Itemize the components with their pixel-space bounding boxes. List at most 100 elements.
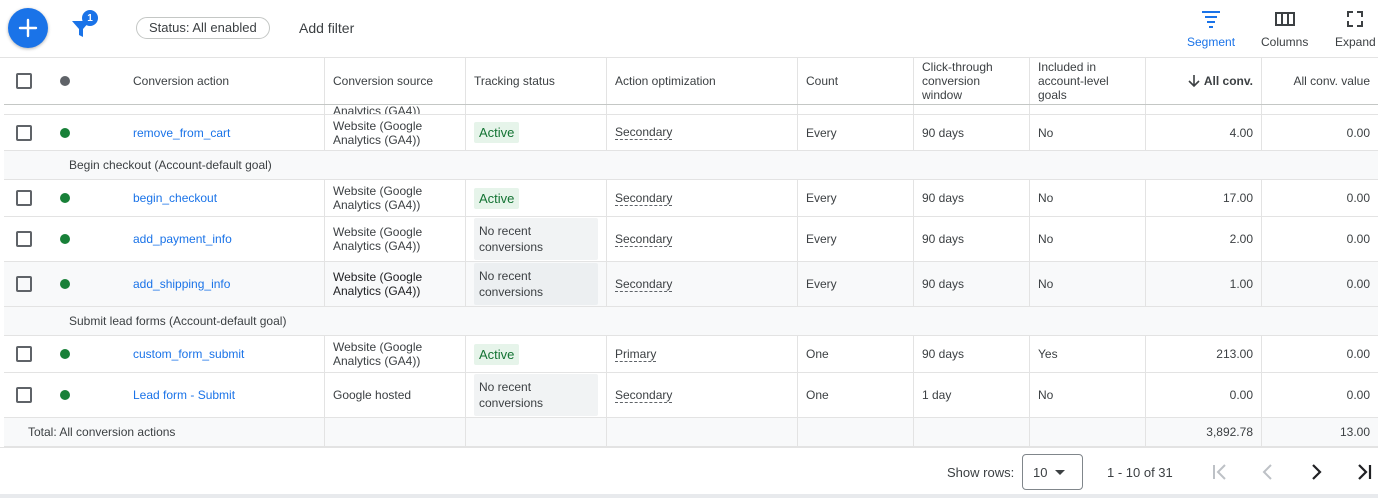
total-all-conv-value: 13.00 xyxy=(1339,425,1370,439)
all-conv-value: 0.00 xyxy=(1229,388,1253,402)
segment-label: Segment xyxy=(1187,35,1236,49)
conversion-source: Website (Google Analytics (GA4)) xyxy=(333,184,423,212)
table-header: Conversion action Conversion source Trac… xyxy=(4,58,1378,105)
count-value: One xyxy=(806,347,829,361)
action-optimization-value[interactable]: Secondary xyxy=(615,191,673,206)
window-value: 90 days xyxy=(922,125,965,140)
last-page-icon[interactable] xyxy=(1352,460,1376,484)
enabled-status-dot xyxy=(60,193,70,203)
tracking-status-badge: Active xyxy=(474,122,520,143)
bottom-divider xyxy=(0,494,1378,498)
enabled-status-dot xyxy=(60,127,70,138)
table-row[interactable]: add_payment_info Website (Google Analytic… xyxy=(4,217,1378,262)
page-range: 1 - 10 of 31 xyxy=(1107,465,1173,480)
action-optimization-value[interactable]: Primary xyxy=(615,347,657,362)
count-value: Every xyxy=(806,232,837,246)
total-all-conv: 3,892.78 xyxy=(1206,425,1253,439)
tracking-status-badge: Active xyxy=(474,343,520,365)
window-value: 90 days xyxy=(922,191,965,205)
window-value: 90 days xyxy=(922,277,965,291)
enabled-status-dot xyxy=(60,349,70,359)
previous-page-icon[interactable] xyxy=(1256,460,1280,484)
all-conv-value-amount: 0.00 xyxy=(1346,347,1370,361)
all-conv-value: 2.00 xyxy=(1229,232,1253,246)
segment-button[interactable]: Segment xyxy=(1187,10,1235,52)
expand-button[interactable]: Expand xyxy=(1335,10,1376,52)
conversion-action-link[interactable]: remove_from_cart xyxy=(133,126,230,140)
header-conversion-source[interactable]: Conversion source xyxy=(325,58,466,104)
dropdown-caret-icon xyxy=(1055,470,1065,475)
window-value: 90 days xyxy=(922,347,965,361)
enabled-status-dot xyxy=(60,279,70,289)
action-optimization-value[interactable]: Secondary xyxy=(615,277,673,292)
conversion-action-link[interactable]: add_payment_info xyxy=(133,232,232,246)
all-conv-value-amount: 0.00 xyxy=(1346,191,1370,205)
table-toolbar: 1 Status: All enabled Add filter Segment… xyxy=(0,0,1378,58)
all-conv-value: 4.00 xyxy=(1229,125,1253,140)
segment-icon xyxy=(1202,11,1221,28)
header-tracking-status[interactable]: Tracking status xyxy=(466,58,607,104)
conversion-action-link[interactable]: add_shipping_info xyxy=(133,277,230,291)
row-checkbox[interactable] xyxy=(16,124,32,141)
status-filter-chip[interactable]: Status: All enabled xyxy=(136,17,270,39)
columns-button[interactable]: Columns xyxy=(1261,10,1308,52)
row-checkbox[interactable] xyxy=(16,276,32,292)
columns-icon xyxy=(1274,12,1295,26)
table-row[interactable]: add_shipping_info Website (Google Analyti… xyxy=(4,262,1378,307)
header-conversion-action[interactable]: Conversion action xyxy=(125,58,325,104)
arrow-down-icon xyxy=(1188,75,1200,88)
filter-count-badge: 1 xyxy=(82,10,98,26)
all-conv-value-amount: 0.00 xyxy=(1346,125,1370,140)
expand-icon xyxy=(1347,11,1364,27)
included-value: No xyxy=(1038,388,1054,402)
create-button[interactable] xyxy=(8,8,48,48)
table-row[interactable]: begin_checkout Website (Google Analytics … xyxy=(4,180,1378,217)
table-row[interactable]: Lead form - Submit Google hosted No rece… xyxy=(4,373,1378,418)
header-all-conv[interactable]: All conv. xyxy=(1146,58,1262,104)
tracking-status-badge: No recent conversions xyxy=(474,263,598,305)
all-conv-value-amount: 0.00 xyxy=(1346,277,1370,291)
table-row[interactable]: remove_from_cart Website (Google Analytic… xyxy=(4,115,1378,151)
header-included-in-goals[interactable]: Included in account-level goals xyxy=(1030,58,1146,104)
tracking-status-badge: Active xyxy=(474,187,520,209)
conversion-source: Website (Google Analytics (GA4)) xyxy=(333,118,423,147)
rows-per-page-value: 10 xyxy=(1033,464,1048,480)
enabled-status-dot xyxy=(60,390,70,400)
pagination-bar: Show rows: 10 1 - 10 of 31 xyxy=(0,447,1378,498)
all-conv-value-amount: 0.00 xyxy=(1346,388,1370,402)
header-click-through-window[interactable]: Click-through conversion window xyxy=(914,58,1030,104)
conversion-action-link[interactable]: Lead form - Submit xyxy=(133,388,235,402)
action-optimization-value[interactable]: Secondary xyxy=(615,388,673,403)
group-header-row: Submit lead forms (Account-default goal) xyxy=(4,307,1378,336)
all-conv-value: 1.00 xyxy=(1229,277,1253,291)
count-value: One xyxy=(806,388,829,402)
included-value: Yes xyxy=(1038,347,1058,361)
table-row[interactable]: custom_form_submit Website (Google Analyt… xyxy=(4,336,1378,373)
rows-per-page-select[interactable]: 10 xyxy=(1022,454,1083,490)
action-optimization-value[interactable]: Secondary xyxy=(615,232,673,247)
group-label: Submit lead forms (Account-default goal) xyxy=(69,314,287,328)
row-checkbox[interactable] xyxy=(16,190,32,206)
total-row: Total: All conversion actions 3,892.78 1… xyxy=(4,418,1378,447)
header-count[interactable]: Count xyxy=(798,58,914,104)
expand-label: Expand xyxy=(1335,35,1376,49)
row-checkbox[interactable] xyxy=(16,231,32,247)
conversion-action-link[interactable]: begin_checkout xyxy=(133,191,217,205)
total-label: Total: All conversion actions xyxy=(28,425,176,439)
conversion-action-link[interactable]: custom_form_submit xyxy=(133,347,244,361)
select-all-checkbox[interactable] xyxy=(16,73,32,89)
first-page-icon[interactable] xyxy=(1208,460,1232,484)
partial-source-text: Analytics (GA4)) xyxy=(333,105,421,115)
row-checkbox[interactable] xyxy=(16,346,32,362)
included-value: No xyxy=(1038,191,1054,205)
header-action-optimization[interactable]: Action optimization xyxy=(607,58,798,104)
count-value: Every xyxy=(806,277,837,291)
row-checkbox[interactable] xyxy=(16,387,32,403)
add-filter-button[interactable]: Add filter xyxy=(299,20,354,36)
next-page-icon[interactable] xyxy=(1304,460,1328,484)
enabled-status-dot xyxy=(60,234,70,244)
included-value: No xyxy=(1038,277,1054,291)
header-all-conv-value[interactable]: All conv. value xyxy=(1262,58,1378,104)
all-conv-value-amount: 0.00 xyxy=(1346,232,1370,246)
action-optimization-value[interactable]: Secondary xyxy=(615,125,673,140)
